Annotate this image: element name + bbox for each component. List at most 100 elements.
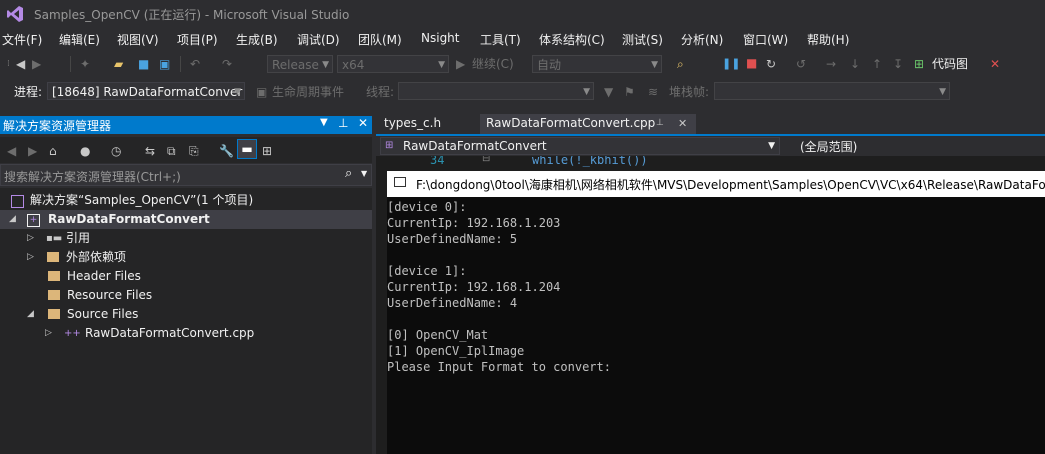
tree-item-source-files[interactable]: ◢ Source Files xyxy=(0,305,372,324)
find-icon[interactable]: ⌕ xyxy=(677,56,684,72)
menu-edit[interactable]: 编辑(E) xyxy=(59,31,100,48)
flag-icon[interactable]: ⚑ xyxy=(624,84,635,100)
new-project-icon[interactable]: ✦ xyxy=(80,56,90,72)
configuration-dropdown[interactable]: Release ▼ xyxy=(267,55,333,73)
solution-explorer-title: 解决方案资源管理器 xyxy=(3,119,112,133)
pending-changes-icon[interactable]: ◷ xyxy=(111,143,121,159)
back-icon[interactable]: ◀ xyxy=(16,56,25,72)
code-map-icon[interactable]: ⊞ xyxy=(914,56,924,72)
search-input[interactable]: 搜索解决方案资源管理器(Ctrl+;) xyxy=(4,168,181,185)
expand-icon[interactable]: ▷ xyxy=(45,324,52,343)
lifecycle-icon[interactable]: ▣ xyxy=(256,84,267,100)
menu-help[interactable]: 帮助(H) xyxy=(807,31,849,48)
preview-selected-icon[interactable]: ▬ xyxy=(237,139,257,159)
properties-icon[interactable]: 🔧 xyxy=(219,143,234,159)
save-all-icon[interactable]: ▣ xyxy=(159,56,170,72)
globe-icon[interactable]: ● xyxy=(80,143,90,159)
threads-icon[interactable]: ≋ xyxy=(648,84,658,100)
stop-icon[interactable]: ■ xyxy=(746,55,757,71)
se-back-icon[interactable]: ◀ xyxy=(7,143,16,159)
close-pane-icon[interactable]: ✕ xyxy=(358,116,368,130)
filter-icon[interactable]: ▼ xyxy=(604,84,613,100)
tree-item-references[interactable]: ▷ ▪▬ 引用 xyxy=(0,229,372,248)
breakpoint-icon[interactable]: ✕ xyxy=(990,56,1000,72)
menu-project[interactable]: 项目(P) xyxy=(177,31,218,48)
auto-value: 自动 xyxy=(537,58,562,72)
solution-icon xyxy=(11,195,24,208)
menu-nsight[interactable]: Nsight xyxy=(421,31,460,45)
home-icon[interactable]: ⌂ xyxy=(49,143,57,159)
menu-team[interactable]: 团队(M) xyxy=(358,31,402,48)
show-next-statement-icon[interactable]: ↺ xyxy=(796,56,806,72)
cpp-project-icon: ⊞ xyxy=(385,140,394,151)
step-over-icon[interactable]: → xyxy=(826,56,836,72)
project-scope-dropdown[interactable]: ⊞ RawDataFormatConvert ▼ xyxy=(380,137,780,155)
forward-icon[interactable]: ▶ xyxy=(32,56,41,72)
sync-icon[interactable]: ⇆ xyxy=(145,143,155,159)
menu-file[interactable]: 文件(F) xyxy=(2,31,42,48)
save-icon[interactable]: ■ xyxy=(138,56,149,72)
platform-dropdown[interactable]: x64 ▼ xyxy=(337,55,449,73)
collapse-icon[interactable]: ◢ xyxy=(9,210,16,229)
restart-icon[interactable]: ↻ xyxy=(766,56,776,72)
cpp-project-icon: + xyxy=(27,214,40,227)
folder-icon xyxy=(48,290,60,300)
class-diagram-icon[interactable]: ⊞ xyxy=(262,143,272,159)
expand-icon[interactable]: ▷ xyxy=(27,229,34,248)
tab-pin-icon[interactable]: ⊥ xyxy=(656,114,664,133)
menu-build[interactable]: 生成(B) xyxy=(236,31,278,48)
tab-close-icon[interactable]: ✕ xyxy=(678,114,687,133)
search-icon[interactable]: ⌕ xyxy=(345,166,352,181)
folder-icon xyxy=(47,252,59,262)
solution-label: 解决方案“Samples_OpenCV”(1 个项目) xyxy=(30,193,254,207)
expand-icon[interactable]: ▷ xyxy=(27,248,34,267)
menu-window[interactable]: 窗口(W) xyxy=(743,31,788,48)
auto-dropdown[interactable]: 自动 ▼ xyxy=(532,55,662,73)
redo-icon[interactable]: ↷ xyxy=(222,56,232,72)
menu-architecture[interactable]: 体系结构(C) xyxy=(539,31,605,48)
navigation-bar: ⊞ RawDataFormatConvert ▼ (全局范围) xyxy=(376,136,1045,156)
console-line: [device 0]: xyxy=(387,200,467,214)
tab-rawdataformatconvert-cpp[interactable]: RawDataFormatConvert.cpp ⊥ ✕ xyxy=(480,114,696,134)
undo-icon[interactable]: ↶ xyxy=(190,56,200,72)
search-options-icon[interactable]: ▼ xyxy=(361,169,367,178)
thread-dropdown[interactable]: ▼ xyxy=(398,82,594,100)
continue-button[interactable]: 继续(C) xyxy=(472,56,514,72)
pause-icon[interactable]: ❚❚ xyxy=(722,56,740,72)
menu-test[interactable]: 测试(S) xyxy=(622,31,663,48)
menu-analyze[interactable]: 分析(N) xyxy=(681,31,723,48)
references-icon: ▪▬ xyxy=(46,233,63,244)
collapse-icon[interactable]: ⊟ xyxy=(482,156,490,164)
tree-item-header-files[interactable]: Header Files xyxy=(0,267,372,286)
lifecycle-events-button[interactable]: 生命周期事件 xyxy=(272,84,344,100)
tree-item-solution[interactable]: 解决方案“Samples_OpenCV”(1 个项目) xyxy=(0,191,372,210)
open-file-icon[interactable]: ▰ xyxy=(114,56,123,72)
global-scope-dropdown[interactable]: (全局范围) xyxy=(800,138,857,155)
code-map-button[interactable]: 代码图 xyxy=(932,56,968,72)
tree-item-project[interactable]: ◢ + RawDataFormatConvert xyxy=(0,210,372,229)
se-forward-icon[interactable]: ▶ xyxy=(28,143,37,159)
tree-item-cpp-file[interactable]: ▷ ++ RawDataFormatConvert.cpp xyxy=(0,324,372,343)
stackframe-dropdown[interactable]: ▼ xyxy=(714,82,950,100)
console-icon xyxy=(394,177,406,187)
step-out-icon[interactable]: ↑ xyxy=(872,56,882,72)
menu-tools[interactable]: 工具(T) xyxy=(480,31,521,48)
menu-debug[interactable]: 调试(D) xyxy=(297,31,340,48)
window-position-icon[interactable]: ▼ xyxy=(320,117,328,128)
pin-icon[interactable]: ⊥ xyxy=(338,116,348,130)
console-line: [device 1]: xyxy=(387,264,467,278)
step-into-icon[interactable]: ↓ xyxy=(850,56,860,72)
tree-item-resource-files[interactable]: Resource Files xyxy=(0,286,372,305)
process-dropdown[interactable]: [18648] RawDataFormatConver ▼ xyxy=(47,82,245,100)
collapse-all-icon[interactable]: ⧉ xyxy=(167,143,176,159)
step-icon[interactable]: ↧ xyxy=(893,56,903,72)
tab-types-c-h[interactable]: types_c.h xyxy=(378,114,447,134)
menu-view[interactable]: 视图(V) xyxy=(117,31,159,48)
tree-item-external-dependencies[interactable]: ▷ 外部依赖项 xyxy=(0,248,372,267)
thread-label: 线程: xyxy=(366,85,395,99)
collapse-icon[interactable]: ◢ xyxy=(27,305,34,324)
source-files-label: Source Files xyxy=(67,307,139,321)
show-all-files-icon[interactable]: ⎘ xyxy=(189,143,199,159)
dropdown-arrow-icon: ▼ xyxy=(768,141,775,151)
continue-play-icon[interactable]: ▶ xyxy=(456,56,465,72)
